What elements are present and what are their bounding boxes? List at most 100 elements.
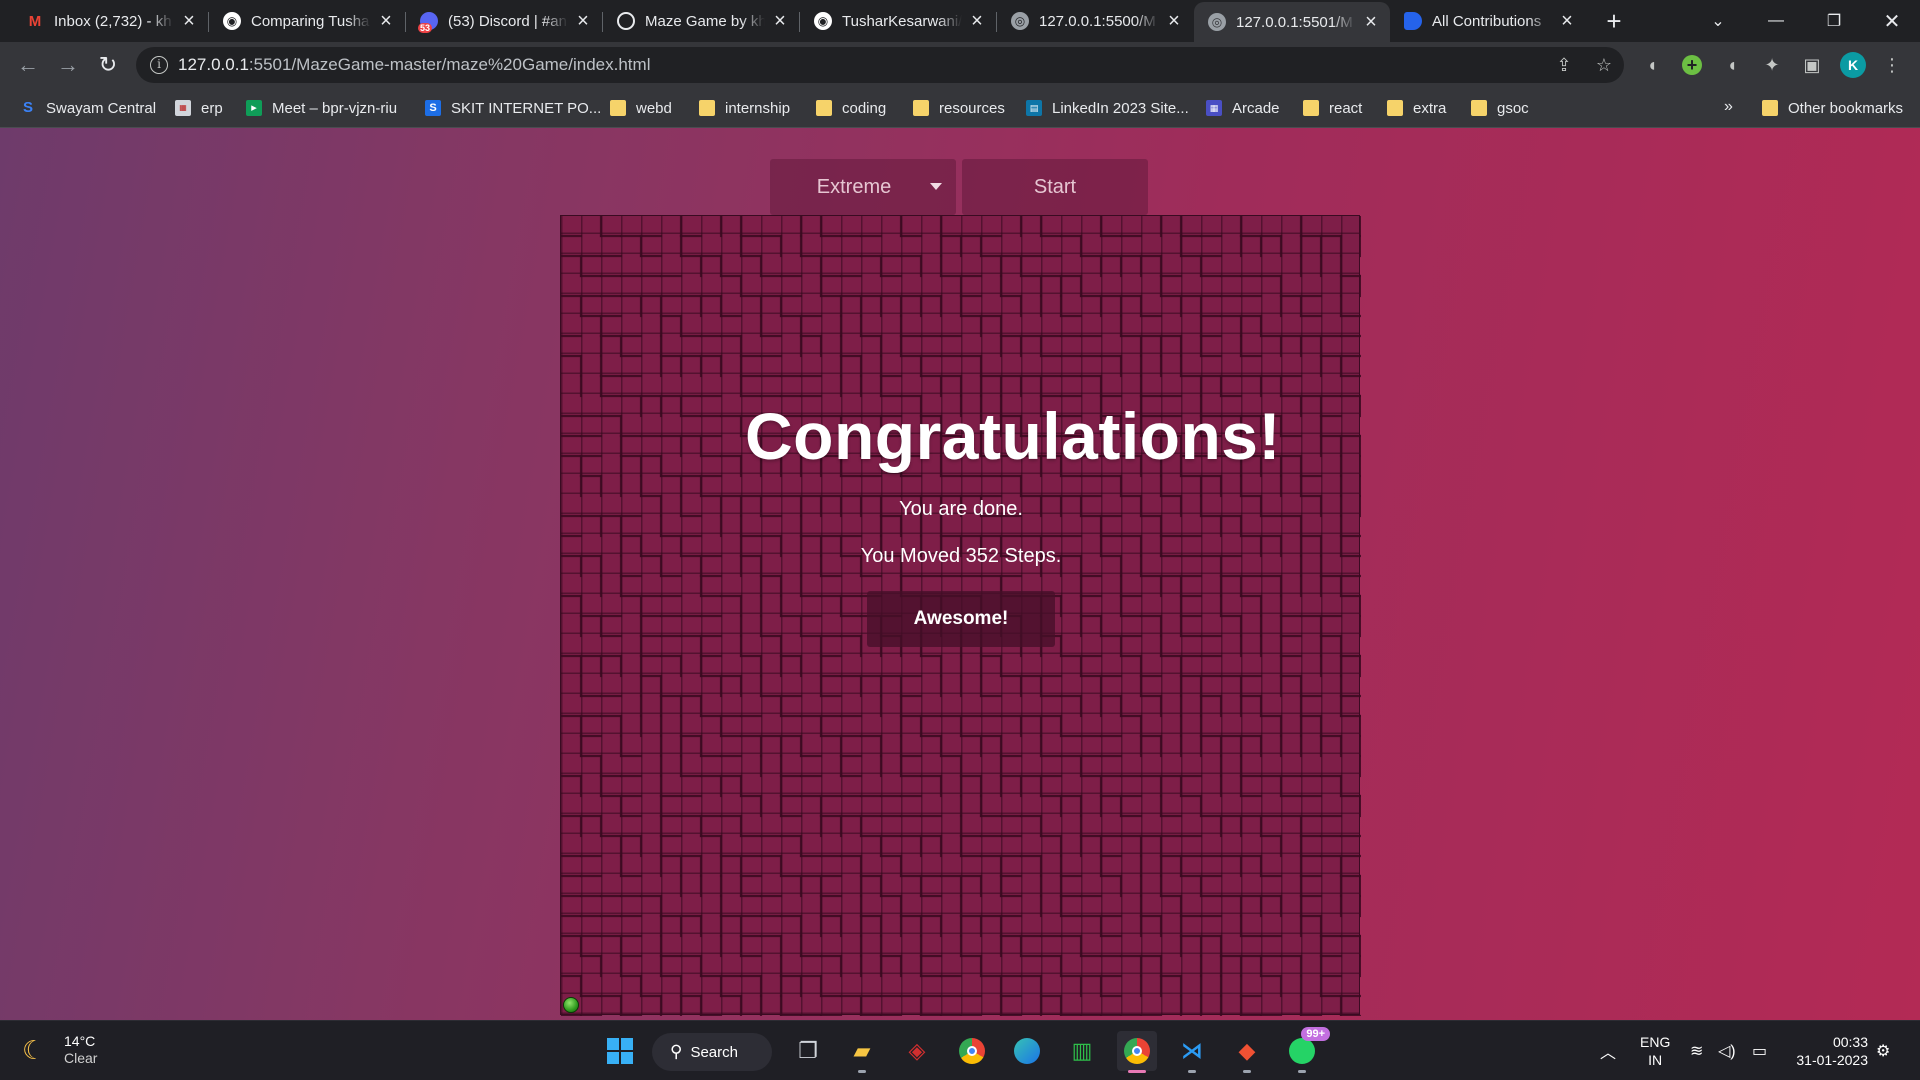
- windows-taskbar: ☾ 14°C Clear ⚲ Search ❐ ▰ ◈ ▥ ⋊ ◆ 99+ ︿ …: [0, 1020, 1920, 1080]
- close-tab-icon[interactable]: ×: [1558, 11, 1576, 31]
- start-button[interactable]: [600, 1031, 640, 1071]
- address-bar[interactable]: i 127.0.0.1:5501/MazeGame-master/maze%20…: [136, 47, 1624, 83]
- git-icon[interactable]: ◆: [1227, 1031, 1267, 1073]
- site-info-icon[interactable]: i: [150, 56, 168, 74]
- close-tab-icon[interactable]: ×: [1165, 11, 1183, 31]
- bookmark-resources[interactable]: resources: [913, 88, 1005, 128]
- edge-icon[interactable]: [1007, 1031, 1047, 1071]
- close-tab-icon[interactable]: ×: [180, 11, 198, 31]
- extension-mouse-icon[interactable]: ◖: [1640, 53, 1664, 77]
- bookmarks-overflow-chevron[interactable]: »: [1724, 98, 1733, 116]
- file-explorer-icon[interactable]: ▰: [842, 1031, 882, 1073]
- notifications-icon[interactable]: ⚙: [1876, 1021, 1890, 1080]
- side-panel-icon[interactable]: ▣: [1800, 53, 1824, 77]
- arcade-icon: ▦: [1206, 100, 1222, 116]
- volume-icon[interactable]: ◁): [1718, 1021, 1736, 1080]
- clock-time: 00:33: [1832, 1034, 1868, 1050]
- show-hidden-icons-chevron[interactable]: ︿: [1600, 1021, 1616, 1080]
- bookmark-label: coding: [842, 99, 887, 117]
- bookmarks-bar: S Swayam Central ▦ erp ▸ Meet – bpr-vjzn-ri…: [0, 88, 1920, 128]
- tab-title: TusharKesarwani/: [842, 12, 962, 30]
- new-tab-button[interactable]: +: [1600, 8, 1628, 36]
- bookmark-star-icon[interactable]: ☆: [1594, 55, 1614, 75]
- url-text[interactable]: 127.0.0.1:5501/MazeGame-master/maze%20Ga…: [178, 55, 650, 75]
- tab-search-chevron-icon[interactable]: ⌄: [1690, 0, 1746, 42]
- forward-icon[interactable]: →: [52, 49, 84, 81]
- bookmark-linkedin[interactable]: ▤ LinkedIn 2023 Site...: [1026, 88, 1189, 128]
- extension-mouse-2-icon[interactable]: ◖: [1720, 53, 1744, 77]
- close-window-icon[interactable]: ✕: [1864, 0, 1920, 42]
- extension-plus-icon[interactable]: +: [1680, 53, 1704, 77]
- tab-discord[interactable]: 53 (53) Discord | #an ×: [406, 0, 602, 42]
- tab-all-contributions[interactable]: All Contributions ×: [1390, 0, 1586, 42]
- restore-icon[interactable]: ❐: [1806, 0, 1862, 42]
- menu-kebab-icon[interactable]: ⋮: [1880, 53, 1904, 77]
- tab-title: Inbox (2,732) - kh: [54, 12, 172, 30]
- language-indicator[interactable]: ENG IN: [1640, 1033, 1670, 1069]
- bookmark-coding[interactable]: coding: [816, 88, 886, 128]
- bookmark-swayam[interactable]: S Swayam Central: [20, 88, 156, 128]
- tab-localhost-5500[interactable]: ◎ 127.0.0.1:5500/M ×: [997, 0, 1193, 42]
- bookmark-meet[interactable]: ▸ Meet – bpr-vjzn-riu: [246, 88, 397, 128]
- extensions-puzzle-icon[interactable]: ✦: [1760, 53, 1784, 77]
- bookmark-gsoc[interactable]: gsoc: [1471, 88, 1529, 128]
- reload-icon[interactable]: ↻: [92, 49, 124, 81]
- difficulty-select[interactable]: Extreme: [770, 159, 956, 215]
- bookmark-react[interactable]: react: [1303, 88, 1362, 128]
- close-tab-icon[interactable]: ×: [968, 11, 986, 31]
- tab-gmail[interactable]: M Inbox (2,732) - kh ×: [12, 0, 208, 42]
- globe-icon: ◎: [1011, 12, 1029, 30]
- meet-icon: ▸: [246, 100, 262, 116]
- linkedin-icon: ▤: [1026, 100, 1042, 116]
- start-button[interactable]: Start: [962, 159, 1148, 215]
- task-view-icon[interactable]: ❐: [788, 1031, 828, 1071]
- wifi-icon[interactable]: ≋: [1690, 1021, 1703, 1080]
- bookmark-extra[interactable]: extra: [1387, 88, 1446, 128]
- close-tab-icon[interactable]: ×: [377, 11, 395, 31]
- moon-icon: ☾: [22, 1035, 46, 1065]
- vscode-icon[interactable]: ⋊: [1172, 1031, 1212, 1073]
- spreadsheet-app-icon[interactable]: ▥: [1062, 1031, 1102, 1071]
- bookmark-internship[interactable]: internship: [699, 88, 790, 128]
- tab-github-profile[interactable]: ◉ TusharKesarwani/ ×: [800, 0, 996, 42]
- close-tab-icon[interactable]: ×: [574, 11, 592, 31]
- folder-icon: [1762, 100, 1778, 116]
- bookmark-label: internship: [725, 99, 791, 117]
- running-indicator: [858, 1070, 866, 1073]
- minimize-icon[interactable]: —: [1748, 0, 1804, 42]
- tab-maze-game[interactable]: Maze Game by kh ×: [603, 0, 799, 42]
- maze-board[interactable]: Congratulations! You are done. You Moved…: [560, 215, 1361, 1016]
- close-tab-icon[interactable]: ×: [1362, 12, 1380, 32]
- tab-title: Comparing Tusha: [251, 12, 370, 30]
- discord-icon: 53: [418, 12, 438, 33]
- profile-avatar[interactable]: K: [1840, 52, 1866, 78]
- bookmark-arcade[interactable]: ▦ Arcade: [1206, 88, 1280, 128]
- weather-desc: Clear: [64, 1050, 98, 1066]
- maze-game-page: Extreme Start Congratulations! You are d…: [0, 128, 1920, 1020]
- gmail-icon: M: [28, 12, 42, 30]
- bookmark-skit[interactable]: S SKIT INTERNET PO...: [425, 88, 601, 128]
- mcafee-icon[interactable]: ◈: [897, 1031, 937, 1071]
- whatsapp-icon[interactable]: 99+: [1282, 1027, 1330, 1073]
- chrome-icon[interactable]: [952, 1031, 992, 1071]
- taskbar-search[interactable]: ⚲ Search: [652, 1033, 772, 1071]
- chrome-profile-icon[interactable]: [1117, 1031, 1157, 1073]
- awesome-button[interactable]: Awesome!: [867, 591, 1055, 647]
- battery-icon[interactable]: ▭: [1752, 1021, 1767, 1080]
- bookmark-other[interactable]: Other bookmarks: [1762, 88, 1903, 128]
- folder-icon: [1303, 100, 1319, 116]
- browser-toolbar: ← → ↻ i 127.0.0.1:5501/MazeGame-master/m…: [0, 42, 1920, 88]
- weather-widget[interactable]: ☾ 14°C Clear: [22, 1033, 97, 1067]
- system-clock[interactable]: 00:33 31-01-2023: [1792, 1033, 1868, 1069]
- bookmark-label: resources: [939, 99, 1005, 117]
- close-tab-icon[interactable]: ×: [771, 11, 789, 31]
- back-icon[interactable]: ←: [12, 49, 44, 81]
- share-icon[interactable]: ⇪: [1554, 55, 1574, 75]
- search-label: Search: [690, 1043, 738, 1061]
- bookmark-erp[interactable]: ▦ erp: [175, 88, 223, 128]
- tab-github-compare[interactable]: ◉ Comparing Tusha ×: [209, 0, 405, 42]
- github-icon: ◉: [814, 12, 832, 30]
- bookmark-webd[interactable]: webd: [610, 88, 672, 128]
- tab-localhost-5501[interactable]: ◎ 127.0.0.1:5501/M ×: [1194, 2, 1390, 42]
- running-indicator: [1188, 1070, 1196, 1073]
